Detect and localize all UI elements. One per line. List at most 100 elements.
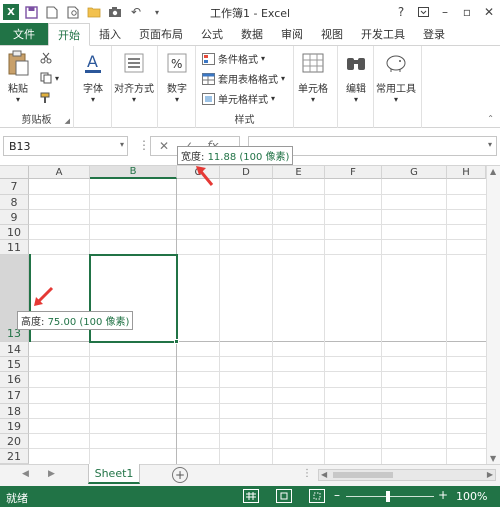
- expand-formula-bar-icon[interactable]: ▾: [488, 140, 492, 149]
- column-header-a[interactable]: A: [29, 166, 90, 179]
- cell-styles-button[interactable]: 单元格样式 ▾: [202, 91, 275, 106]
- collapse-ribbon-icon[interactable]: ⌃: [487, 114, 494, 123]
- alignment-button[interactable]: 对齐方式 ▾: [114, 50, 154, 104]
- next-sheet-icon[interactable]: ▶: [48, 469, 55, 479]
- zoom-level[interactable]: 100%: [456, 490, 487, 503]
- zoom-in-button[interactable]: +: [438, 488, 448, 502]
- number-label: 数字: [167, 84, 187, 95]
- tab-formulas[interactable]: 公式: [192, 23, 232, 45]
- paste-button[interactable]: 粘贴 ▾: [6, 50, 30, 104]
- scroll-right-icon[interactable]: ▶: [487, 470, 493, 479]
- row-header-19[interactable]: 19: [0, 419, 29, 434]
- row-header-10[interactable]: 10: [0, 225, 29, 240]
- save-icon[interactable]: [22, 3, 40, 21]
- tab-insert[interactable]: 插入: [90, 23, 130, 45]
- editing-button[interactable]: 编辑 ▾: [344, 50, 368, 104]
- row-header-8[interactable]: 8: [0, 195, 29, 210]
- tab-view[interactable]: 视图: [312, 23, 352, 45]
- dialog-launcher-icon[interactable]: ◢: [65, 117, 70, 125]
- paste-dropdown-icon[interactable]: ▾: [16, 95, 20, 104]
- ribbon-display-icon[interactable]: [412, 0, 434, 24]
- formula-bar-splitter[interactable]: ⋮: [138, 138, 150, 152]
- row-header-11[interactable]: 11: [0, 240, 29, 255]
- column-header-d[interactable]: D: [220, 166, 273, 179]
- column-header-b[interactable]: B: [90, 166, 177, 179]
- tab-developer[interactable]: 开发工具: [352, 23, 414, 45]
- row-header-9[interactable]: 9: [0, 210, 29, 225]
- grid-line: [446, 179, 447, 464]
- format-as-table-button[interactable]: 套用表格格式 ▾: [202, 71, 285, 86]
- row-header-18[interactable]: 18: [0, 404, 29, 419]
- restore-button[interactable]: ▫: [456, 0, 478, 24]
- vertical-scrollbar[interactable]: ▲ ▼: [486, 166, 500, 464]
- normal-view-icon[interactable]: [243, 489, 259, 503]
- page-layout-view-icon[interactable]: [276, 489, 292, 503]
- row-header-16[interactable]: 16: [0, 372, 29, 388]
- zoom-out-button[interactable]: –: [334, 488, 340, 502]
- cells-icon: [301, 50, 325, 76]
- common-tools-button[interactable]: 常用工具 ▾: [376, 50, 416, 104]
- sign-in-link[interactable]: 登录: [414, 23, 454, 45]
- alignment-label: 对齐方式: [114, 84, 154, 95]
- group-editing: 编辑 ▾: [338, 46, 374, 128]
- column-header-e[interactable]: E: [273, 166, 325, 179]
- group-tools: 常用工具 ▾: [374, 46, 422, 128]
- row-header-14[interactable]: 14: [0, 342, 29, 357]
- tab-splitter-icon[interactable]: ⋮: [302, 468, 312, 479]
- number-button[interactable]: % 数字 ▾: [165, 50, 189, 104]
- column-header-f[interactable]: F: [325, 166, 382, 179]
- minimize-button[interactable]: –: [434, 0, 456, 24]
- row-header-21[interactable]: 21: [0, 449, 29, 464]
- row-header-7[interactable]: 7: [0, 179, 29, 195]
- format-painter-icon: [40, 92, 50, 103]
- new-file-icon[interactable]: [43, 3, 61, 21]
- font-button[interactable]: A 字体 ▾: [81, 50, 105, 104]
- select-all-corner[interactable]: [0, 166, 29, 179]
- horizontal-scroll-thumb[interactable]: [333, 472, 393, 478]
- conditional-formatting-button[interactable]: 条件格式 ▾: [202, 51, 265, 66]
- name-box-dropdown-icon[interactable]: ▾: [120, 140, 124, 149]
- fill-handle[interactable]: [174, 339, 179, 344]
- cut-button[interactable]: [40, 52, 52, 64]
- camera-icon[interactable]: [106, 3, 124, 21]
- tab-file[interactable]: 文件: [0, 23, 48, 45]
- grid-line: [29, 403, 486, 404]
- worksheet-grid[interactable]: A B C D E F G H 7 8 9 10 11 12 13 14 15 …: [0, 166, 500, 464]
- undo-icon[interactable]: ↶: [127, 3, 145, 21]
- sheet-tab-bar: ◀ ▶ Sheet1 + ⋮ ◀ ▶: [0, 464, 500, 486]
- close-button[interactable]: ✕: [478, 0, 500, 24]
- cancel-icon[interactable]: ✕: [159, 139, 169, 153]
- horizontal-scrollbar[interactable]: ◀ ▶: [318, 469, 496, 481]
- open-folder-icon[interactable]: [85, 3, 103, 21]
- row-header-15[interactable]: 15: [0, 357, 29, 372]
- scissors-icon: [40, 52, 52, 64]
- tab-home[interactable]: 开始: [48, 23, 90, 46]
- help-button[interactable]: ?: [390, 0, 412, 24]
- prev-sheet-icon[interactable]: ◀: [22, 469, 29, 479]
- copy-button[interactable]: ▾: [40, 72, 59, 84]
- row-header-17[interactable]: 17: [0, 388, 29, 404]
- column-header-h[interactable]: H: [447, 166, 486, 179]
- column-header-g[interactable]: G: [382, 166, 447, 179]
- group-alignment: 对齐方式 ▾: [112, 46, 158, 128]
- undo-dropdown-icon[interactable]: ▾: [148, 3, 166, 21]
- page-break-view-icon[interactable]: [309, 489, 325, 503]
- print-preview-icon[interactable]: [64, 3, 82, 21]
- tab-page-layout[interactable]: 页面布局: [130, 23, 192, 45]
- format-painter-button[interactable]: [40, 92, 52, 104]
- scroll-up-icon[interactable]: ▲: [490, 167, 496, 176]
- svg-text:%: %: [171, 57, 182, 71]
- row-header-20[interactable]: 20: [0, 434, 29, 449]
- cells-button[interactable]: 单元格 ▾: [298, 50, 328, 104]
- tab-data[interactable]: 数据: [232, 23, 272, 45]
- tab-review[interactable]: 审阅: [272, 23, 312, 45]
- grid-line: [29, 224, 486, 225]
- scroll-left-icon[interactable]: ◀: [321, 470, 327, 479]
- cell-styles-icon: [202, 92, 215, 105]
- zoom-slider-knob[interactable]: [386, 491, 390, 502]
- add-sheet-button[interactable]: +: [172, 467, 188, 483]
- zoom-slider[interactable]: [346, 496, 434, 497]
- scroll-down-icon[interactable]: ▼: [490, 454, 496, 463]
- sheet-tab-sheet1[interactable]: Sheet1: [88, 464, 140, 484]
- name-box[interactable]: B13 ▾: [3, 136, 128, 156]
